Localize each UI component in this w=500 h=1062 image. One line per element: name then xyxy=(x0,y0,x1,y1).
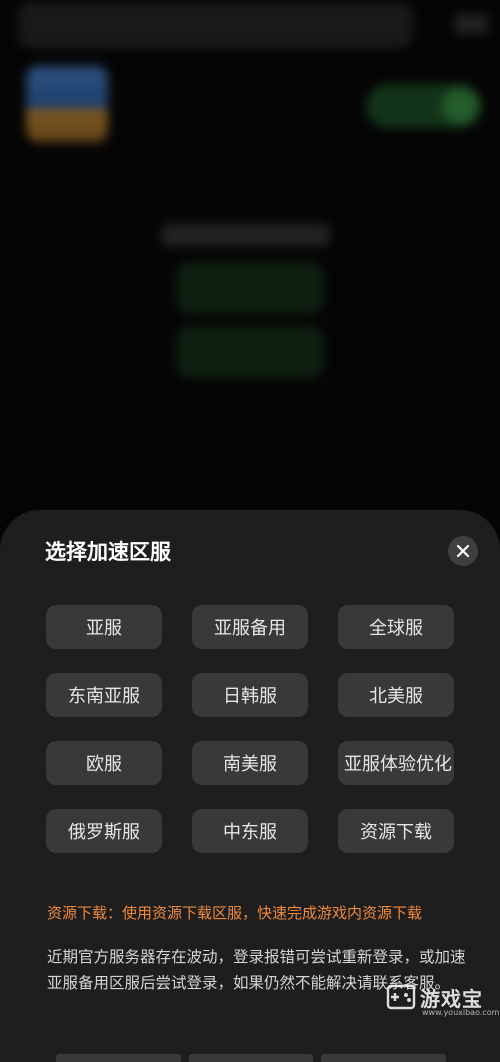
region-button-middle-east[interactable]: 中东服 xyxy=(192,809,308,853)
region-grid: 亚服 亚服备用 全球服 东南亚服 日韩服 北美服 欧服 南美服 亚服体验优化 俄… xyxy=(46,605,454,853)
game-icon xyxy=(26,66,108,142)
accelerate-toggle xyxy=(366,84,482,128)
screen: 选择加速区服 亚服 亚服备用 全球服 东南亚服 日韩服 北美服 欧服 南美服 亚… xyxy=(0,0,500,1062)
region-button-southeast-asia[interactable]: 东南亚服 xyxy=(46,673,162,717)
close-button[interactable] xyxy=(448,536,478,566)
bottom-action-bar[interactable] xyxy=(56,1054,181,1062)
region-select-sheet: 选择加速区服 亚服 亚服备用 全球服 东南亚服 日韩服 北美服 欧服 南美服 亚… xyxy=(0,510,500,1062)
region-button-resource-download[interactable]: 资源下载 xyxy=(338,809,454,853)
sheet-title: 选择加速区服 xyxy=(45,540,171,564)
close-icon xyxy=(456,544,470,558)
search-bar xyxy=(18,2,413,48)
region-button-europe[interactable]: 欧服 xyxy=(46,741,162,785)
bottom-action-bar[interactable] xyxy=(321,1054,447,1062)
region-button-asia-experience[interactable]: 亚服体验优化 xyxy=(338,741,454,785)
watermark: 游戏宝 www.youxibao.com xyxy=(386,982,500,1018)
bottom-actions xyxy=(56,1054,447,1062)
status-card xyxy=(176,262,324,314)
region-button-south-america[interactable]: 南美服 xyxy=(192,741,308,785)
bottom-action-bar[interactable] xyxy=(188,1054,314,1062)
region-button-asia[interactable]: 亚服 xyxy=(46,605,162,649)
region-button-north-america[interactable]: 北美服 xyxy=(338,673,454,717)
status-card xyxy=(176,326,324,378)
region-button-global[interactable]: 全球服 xyxy=(338,605,454,649)
region-button-russia[interactable]: 俄罗斯服 xyxy=(46,809,162,853)
status-caption xyxy=(162,224,330,246)
toggle-knob xyxy=(442,88,478,124)
menu-icon xyxy=(454,14,488,34)
watermark-url: www.youxibao.com xyxy=(422,1008,500,1017)
resource-download-note: 资源下载：使用资源下载区服，快速完成游戏内资源下载 xyxy=(47,904,423,922)
gamepad-logo-icon xyxy=(386,984,416,1010)
region-button-japan-korea[interactable]: 日韩服 xyxy=(192,673,308,717)
region-button-asia-backup[interactable]: 亚服备用 xyxy=(192,605,308,649)
